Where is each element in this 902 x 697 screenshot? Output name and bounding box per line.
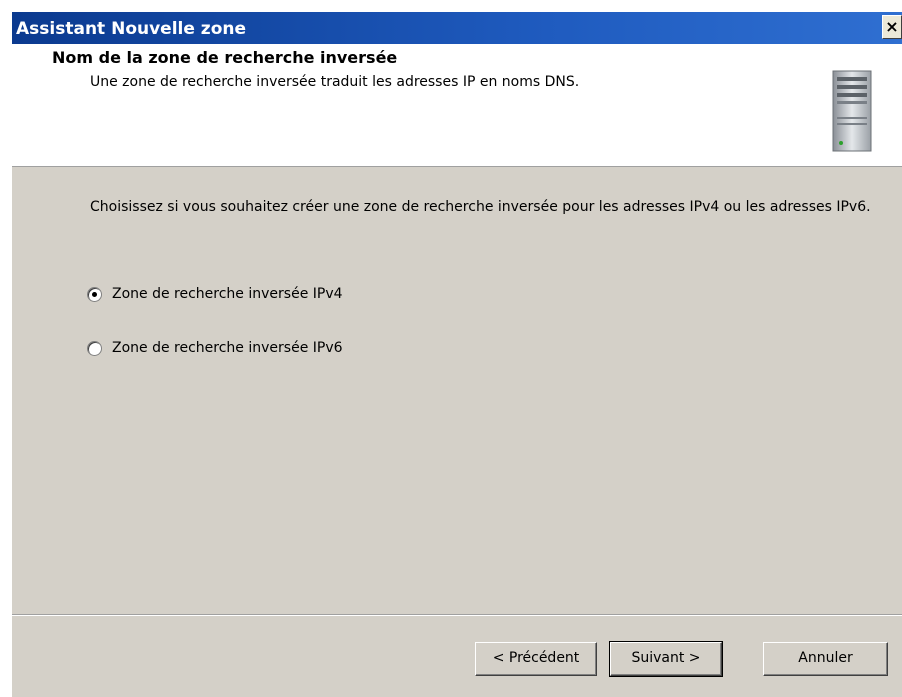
page-title: Nom de la zone de recherche inversée <box>52 48 398 67</box>
title-bar[interactable]: Assistant Nouvelle zone × <box>12 12 902 44</box>
wizard-content: Choisissez si vous souhaitez créer une z… <box>12 169 902 624</box>
wizard-window: Assistant Nouvelle zone × Nom de la zone… <box>12 12 902 697</box>
back-button[interactable]: < Précédent <box>475 642 597 676</box>
next-button[interactable]: Suivant > <box>609 641 723 677</box>
radio-ipv6[interactable] <box>87 340 102 356</box>
wizard-header: Nom de la zone de recherche inversée Une… <box>12 44 902 167</box>
server-icon <box>832 70 872 152</box>
radio-ipv4[interactable] <box>87 286 102 302</box>
option-ipv6[interactable]: Zone de recherche inversée IPv6 <box>87 337 343 359</box>
cancel-button[interactable]: Annuler <box>763 642 888 676</box>
option-ipv6-label: Zone de recherche inversée IPv6 <box>112 340 343 356</box>
option-ipv4[interactable]: Zone de recherche inversée IPv4 <box>87 283 343 305</box>
option-ipv4-label: Zone de recherche inversée IPv4 <box>112 286 343 302</box>
footer-separator-highlight <box>12 615 902 616</box>
close-icon: × <box>885 17 899 36</box>
page-subtitle: Une zone de recherche inversée traduit l… <box>90 74 580 90</box>
intro-text: Choisissez si vous souhaitez créer une z… <box>90 199 871 215</box>
window-title: Assistant Nouvelle zone <box>16 19 247 39</box>
close-button[interactable]: × <box>882 15 902 39</box>
